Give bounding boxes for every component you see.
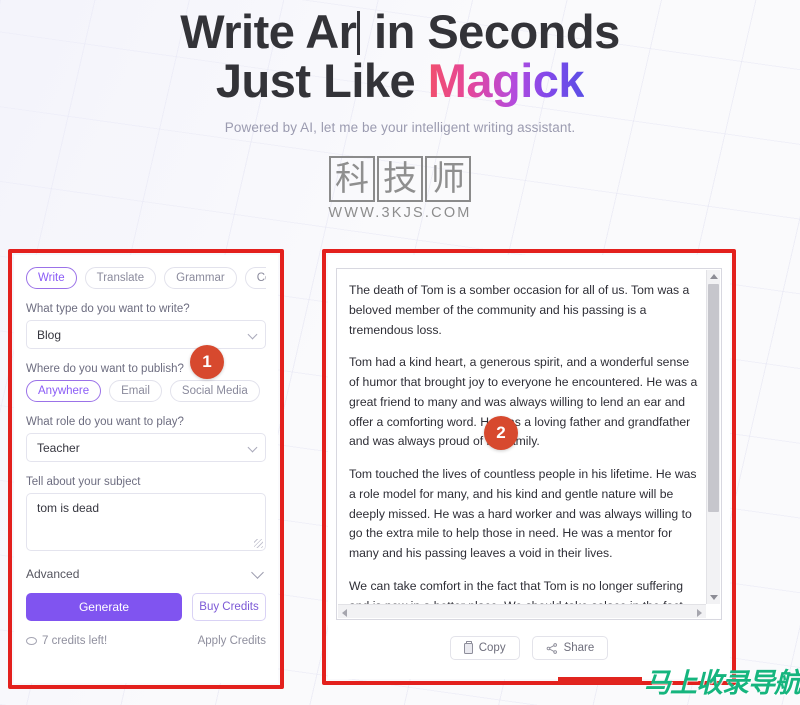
headline-part1: Write Ar <box>180 5 357 58</box>
bottom-watermark: 马上收录导航 <box>558 661 800 700</box>
page-title: Write Ar in Seconds Just Like Magick <box>0 0 800 106</box>
logo-char-3: 师 <box>425 156 471 202</box>
text-caret-icon <box>357 11 361 55</box>
logo-url: WWW.3KJS.COM <box>328 205 472 221</box>
annotation-box-left <box>8 249 284 689</box>
annotation-box-right <box>322 249 736 685</box>
watermark-red-bar <box>558 677 642 684</box>
logo-char-1: 科 <box>329 156 375 202</box>
page-root: Write Ar in Seconds Just Like Magick Pow… <box>0 0 800 705</box>
logo-char-2: 技 <box>377 156 423 202</box>
headline-accent-word: Magick <box>427 53 585 107</box>
headline-line2-prefix: Just Like <box>215 53 428 107</box>
hero-section: Write Ar in Seconds Just Like Magick Pow… <box>0 0 800 135</box>
page-subtitle: Powered by AI, let me be your intelligen… <box>224 119 576 135</box>
annotation-badge-1: 1 <box>190 345 224 379</box>
logo-character-boxes: 科 技 师 <box>329 156 471 202</box>
watermark-logo: 科 技 师 WWW.3KJS.COM <box>0 156 800 221</box>
annotation-badge-2: 2 <box>484 416 518 450</box>
watermark-text: 马上收录导航 <box>644 668 800 699</box>
headline-line2: Just Like Magick <box>0 53 800 107</box>
headline-part2: in Seconds <box>361 5 620 58</box>
